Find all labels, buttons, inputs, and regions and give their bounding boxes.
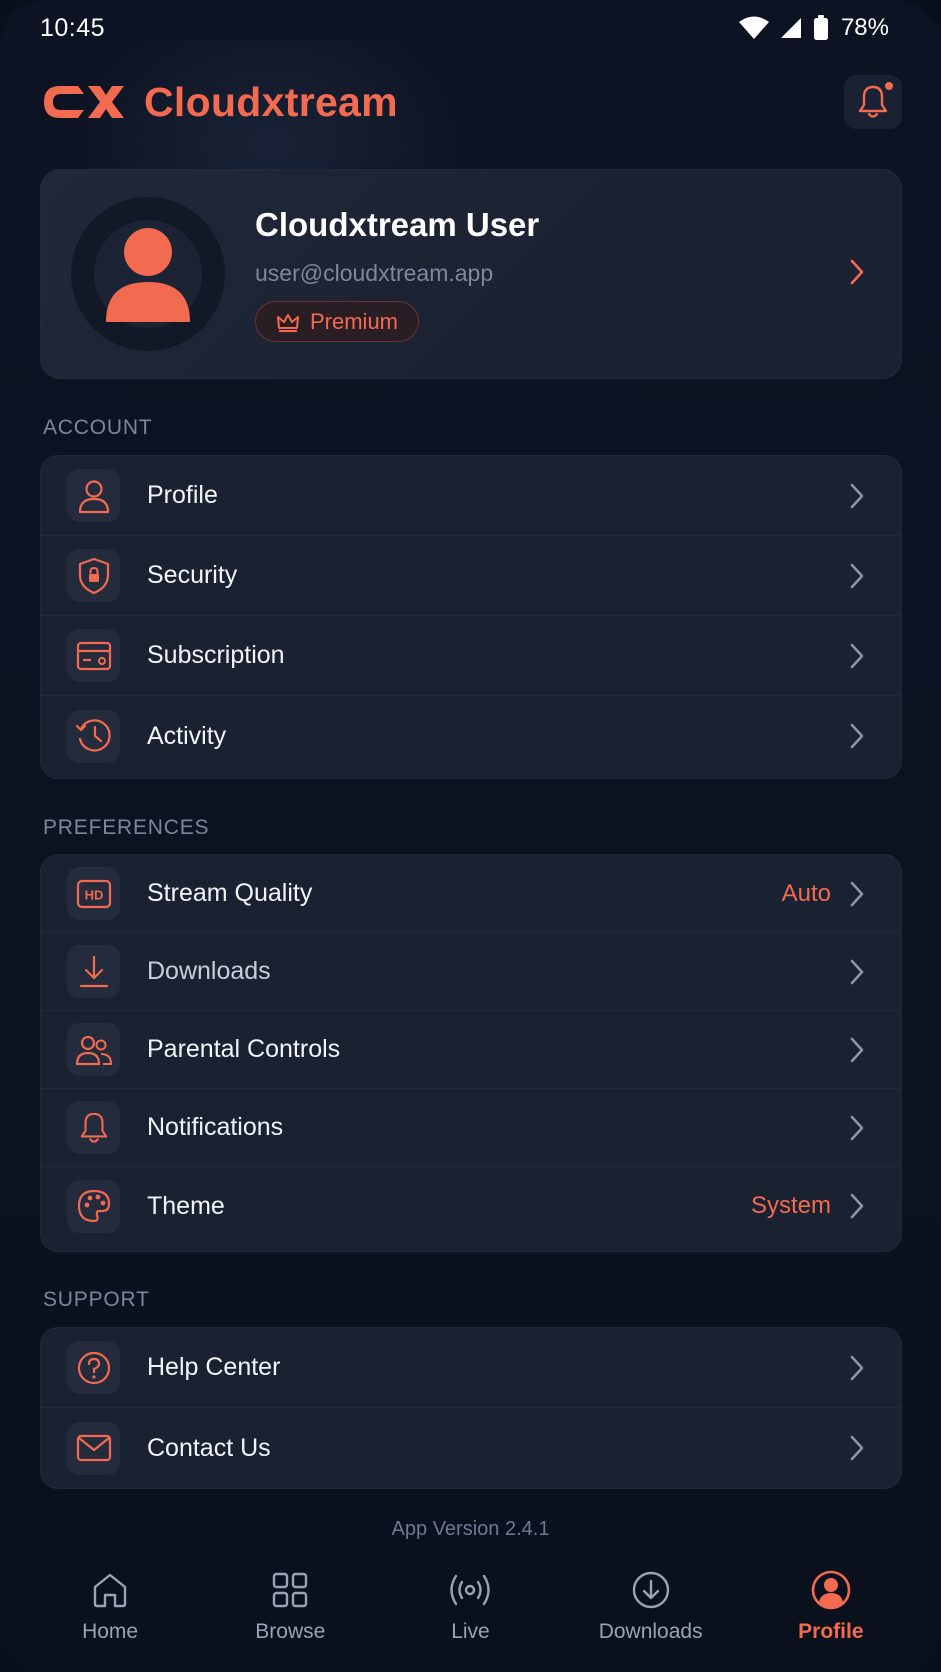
download-circle-icon xyxy=(631,1568,671,1612)
settings-item-label: Security xyxy=(147,561,238,589)
battery-percent: 78% xyxy=(840,14,889,41)
hd-icon: HD xyxy=(67,867,120,920)
settings-item-theme[interactable]: Theme System xyxy=(41,1167,901,1245)
settings-item-contact-us[interactable]: Contact Us xyxy=(41,1408,901,1488)
crown-icon xyxy=(277,313,299,332)
mail-icon xyxy=(67,1421,120,1475)
help-icon xyxy=(67,1341,120,1394)
chevron-right-icon xyxy=(849,258,865,291)
premium-badge: Premium xyxy=(255,301,420,342)
avatar-inner xyxy=(94,220,202,328)
cloudxtream-logo-icon xyxy=(44,86,124,118)
nav-browse[interactable]: Browse xyxy=(210,1568,370,1644)
nav-label: Live xyxy=(451,1620,490,1643)
stream-quality-value: Auto xyxy=(781,879,831,907)
app-title: Cloudxtream xyxy=(144,78,398,125)
settings-item-security[interactable]: Security xyxy=(41,536,901,616)
profile-screen: 10:45 78% Cloudxtream Cloudxtream User u… xyxy=(0,0,941,1672)
profile-email: user@cloudxtream.app xyxy=(255,260,494,286)
chevron-right-icon xyxy=(849,1036,865,1064)
notification-dot xyxy=(883,80,895,92)
nav-live[interactable]: Live xyxy=(390,1568,550,1644)
settings-item-label: Stream Quality xyxy=(147,879,313,907)
status-icons: 78% xyxy=(738,14,889,42)
settings-item-label: Subscription xyxy=(147,641,285,669)
card-icon xyxy=(67,629,120,682)
profile-info: Cloudxtream User user@cloudxtream.app Pr… xyxy=(255,206,849,342)
history-icon xyxy=(67,709,120,763)
wifi-icon xyxy=(738,16,769,39)
settings-item-stream-quality[interactable]: HD Stream Quality Auto xyxy=(41,855,901,933)
profile-circle-icon xyxy=(810,1568,852,1612)
settings-item-label: Theme xyxy=(147,1191,225,1220)
settings-item-parental-controls[interactable]: Parental Controls xyxy=(41,1011,901,1089)
app-header: Cloudxtream xyxy=(40,74,902,130)
settings-item-help-center[interactable]: Help Center xyxy=(41,1328,901,1408)
home-icon xyxy=(91,1568,129,1612)
chevron-right-icon xyxy=(849,1434,865,1462)
chevron-right-icon xyxy=(849,722,865,750)
profile-name: Cloudxtream User xyxy=(255,206,540,243)
preferences-group: HD Stream Quality Auto Downloads Parenta… xyxy=(40,854,902,1252)
chevron-right-icon xyxy=(849,642,865,670)
broadcast-icon xyxy=(448,1568,492,1612)
notifications-button[interactable] xyxy=(844,75,902,129)
settings-item-activity[interactable]: Activity xyxy=(41,696,901,776)
brand: Cloudxtream xyxy=(40,79,398,126)
battery-icon xyxy=(813,15,828,40)
settings-item-profile[interactable]: Profile xyxy=(41,456,901,536)
user-icon xyxy=(67,469,120,522)
nav-label: Downloads xyxy=(598,1620,703,1643)
section-label-support: SUPPORT xyxy=(43,1288,150,1311)
bell-icon xyxy=(67,1101,120,1154)
settings-item-downloads[interactable]: Downloads xyxy=(41,933,901,1011)
svg-text:HD: HD xyxy=(84,887,103,902)
shield-lock-icon xyxy=(67,549,120,602)
chevron-right-icon xyxy=(849,482,865,510)
avatar xyxy=(71,197,225,351)
signal-icon xyxy=(780,18,801,38)
bottom-nav: Home Browse Live Downloads Profile xyxy=(0,1568,941,1672)
users-icon xyxy=(67,1023,120,1076)
nav-label: Home xyxy=(82,1620,139,1643)
settings-item-label: Profile xyxy=(147,481,218,509)
settings-item-subscription[interactable]: Subscription xyxy=(41,616,901,696)
chevron-right-icon xyxy=(849,1354,865,1382)
account-group: Profile Security Subscription Activity xyxy=(40,455,902,779)
nav-profile[interactable]: Profile xyxy=(751,1568,911,1644)
support-group: Help Center Contact Us xyxy=(40,1327,902,1489)
settings-item-label: Activity xyxy=(147,721,227,750)
app-version: App Version 2.4.1 xyxy=(391,1518,550,1540)
section-label-account: ACCOUNT xyxy=(43,416,153,439)
section-label-preferences: PREFERENCES xyxy=(43,816,210,839)
avatar-user-icon xyxy=(106,228,190,322)
chevron-right-icon xyxy=(849,1114,865,1142)
settings-item-label: Parental Controls xyxy=(147,1035,341,1063)
settings-item-label: Notifications xyxy=(147,1113,284,1141)
grid-icon xyxy=(271,1568,309,1612)
settings-item-label: Contact Us xyxy=(147,1433,271,1462)
nav-label: Profile xyxy=(798,1620,864,1643)
settings-item-label: Downloads xyxy=(147,957,271,985)
status-time: 10:45 xyxy=(40,13,106,42)
profile-card[interactable]: Cloudxtream User user@cloudxtream.app Pr… xyxy=(40,169,902,379)
nav-label: Browse xyxy=(255,1620,326,1643)
chevron-right-icon xyxy=(849,562,865,590)
chevron-right-icon xyxy=(849,1192,865,1220)
chevron-right-icon xyxy=(849,958,865,986)
theme-value: System xyxy=(750,1192,831,1219)
download-icon xyxy=(67,945,120,998)
nav-home[interactable]: Home xyxy=(30,1568,190,1644)
palette-icon xyxy=(67,1179,120,1233)
nav-downloads[interactable]: Downloads xyxy=(571,1568,731,1644)
chevron-right-icon xyxy=(849,880,865,908)
settings-item-label: Help Center xyxy=(147,1353,281,1381)
status-bar: 10:45 78% xyxy=(0,0,941,56)
badge-label: Premium xyxy=(310,308,399,334)
settings-item-notifications[interactable]: Notifications xyxy=(41,1089,901,1167)
